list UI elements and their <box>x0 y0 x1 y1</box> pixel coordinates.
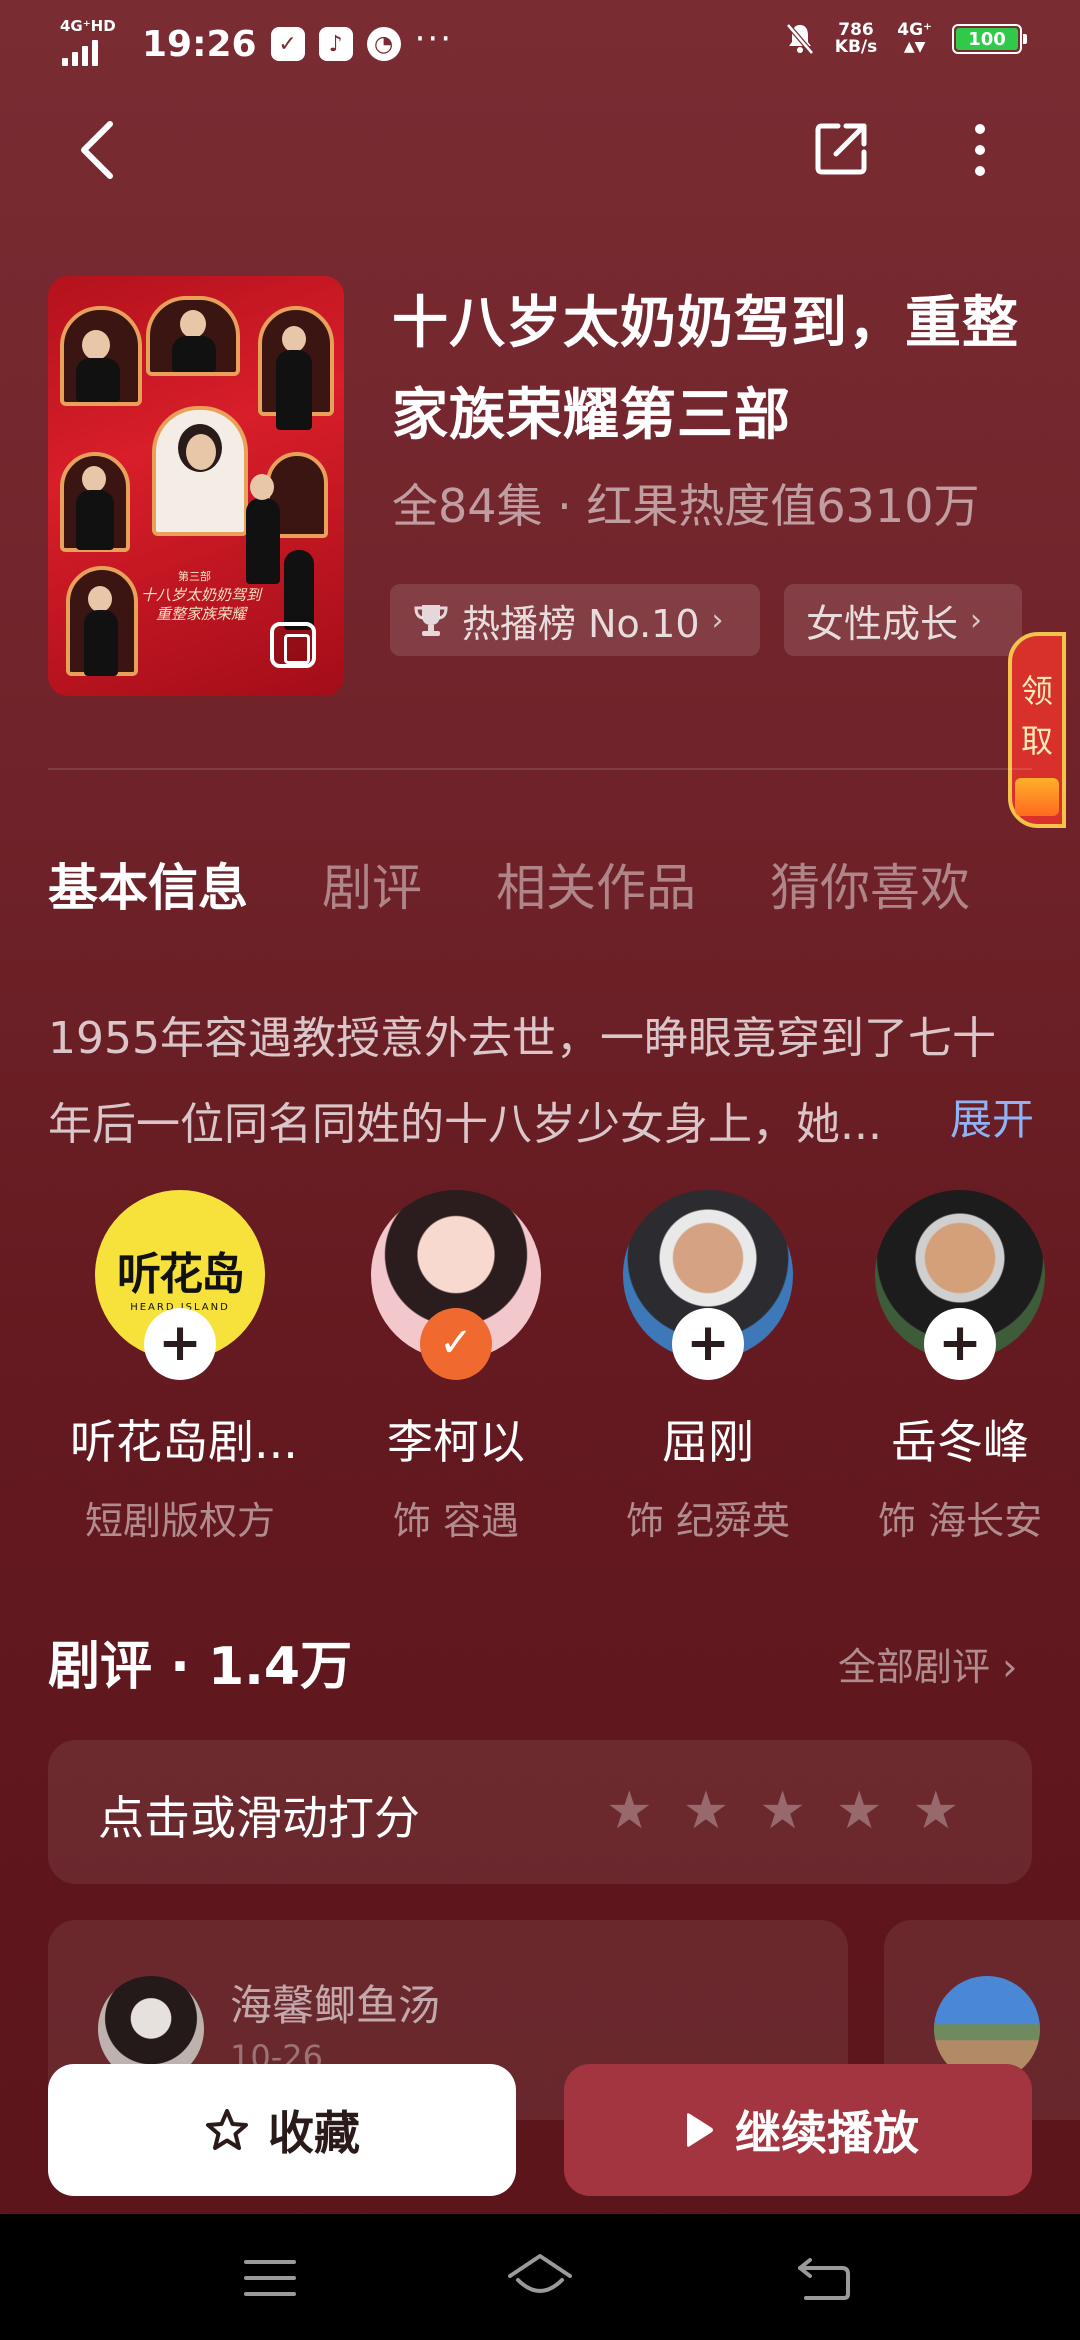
speedometer-icon: ◔ <box>366 27 401 61</box>
drama-meta: 全84集 · 红果热度值6310万 <box>392 479 980 533</box>
cast-name: 岳冬峰 <box>891 1415 1029 1469</box>
detail-tabs: 基本信息 剧评 相关作品 猜你喜欢 <box>48 848 970 920</box>
trophy-icon <box>414 605 448 636</box>
poster-tag: 第三部 <box>178 570 211 583</box>
cast-name: 屈刚 <box>662 1415 754 1469</box>
continue-play-button[interactable]: 继续播放 <box>564 2064 1032 2196</box>
favorite-button[interactable]: 收藏 <box>48 2064 516 2196</box>
drama-title: 十八岁太奶奶驾到，重整家族荣耀第三部 <box>392 291 1019 448</box>
battery-level: 100 <box>956 28 1018 50</box>
rating-box[interactable]: 点击或滑动打分 ★ ★ ★ ★ ★ <box>48 1740 1032 1884</box>
play-icon <box>687 2113 713 2147</box>
music-app-icon: ♪ <box>318 27 353 61</box>
continue-play-label: 继续播放 <box>735 2106 919 2160</box>
more-options-icon[interactable] <box>960 118 1000 182</box>
back-chevron-icon[interactable] <box>70 118 130 182</box>
rank-chip[interactable]: 热播榜 No.10 › <box>390 584 760 656</box>
share-icon[interactable] <box>812 118 872 178</box>
cast-item-actor[interactable]: + 岳冬峰 饰 海长安 <box>850 1190 1070 1545</box>
system-navigation-bar <box>0 2214 1080 2340</box>
image-gallery-icon[interactable] <box>270 622 316 668</box>
all-reviews-link[interactable]: 全部剧评 › <box>838 1636 1017 1691</box>
clipboard-check-icon: ✓ <box>270 27 305 61</box>
expand-synopsis-link[interactable]: 展开 <box>950 1086 1034 1147</box>
tab-basic-info[interactable]: 基本信息 <box>48 848 248 920</box>
chevron-right-icon: › <box>970 602 983 638</box>
genre-chip-label: 女性成长 <box>806 601 959 646</box>
follow-plus-icon[interactable]: + <box>924 1308 996 1380</box>
reward-label-1: 领 <box>1020 672 1053 710</box>
follow-plus-icon[interactable]: + <box>672 1308 744 1380</box>
cellular-signal-icon: 4G⁺HD <box>60 17 116 70</box>
network-label: 4G⁺HD <box>60 17 116 35</box>
mobile-data-icon: 4G⁺ ▲▼ <box>897 20 932 56</box>
follow-plus-icon[interactable]: + <box>144 1308 216 1380</box>
cast-name: 李柯以 <box>387 1415 525 1469</box>
clock: 19:26 <box>142 23 257 65</box>
home-icon[interactable] <box>506 2250 574 2302</box>
tab-related-works[interactable]: 相关作品 <box>496 848 696 920</box>
review-username[interactable]: 海馨鲫鱼汤 <box>230 1972 440 2033</box>
rank-chip-label: 热播榜 No.10 <box>462 601 700 646</box>
star-icon[interactable]: ★ <box>759 1776 806 1846</box>
status-bar: 4G⁺HD 19:26 ✓ ♪ ◔ ··· 786 KB/s 4G⁺ ▲▼ 10… <box>0 0 1080 84</box>
reward-claim-button[interactable]: 领 取 <box>1008 632 1066 828</box>
star-icon[interactable]: ★ <box>836 1776 883 1846</box>
rating-prompt: 点击或滑动打分 <box>98 1791 420 1845</box>
genre-chip[interactable]: 女性成长 › <box>784 584 1022 656</box>
cast-role: 饰 海长安 <box>878 1499 1043 1543</box>
synopsis-text: 1955年容遇教授意外去世，一睁眼竟穿到了七十年后一位同名同姓的十八岁少女身上，… <box>48 1013 996 1150</box>
cast-name: 听花岛剧... <box>70 1415 298 1469</box>
reward-label-2: 取 <box>1020 722 1053 760</box>
system-back-icon[interactable] <box>796 2254 852 2302</box>
mute-bell-icon <box>785 23 814 55</box>
cast-item-actor[interactable]: + 屈刚 饰 纪舜英 <box>598 1190 818 1545</box>
followed-check-icon[interactable]: ✓ <box>420 1308 492 1380</box>
mobile-data-label: 4G⁺ <box>897 20 932 40</box>
chevron-right-icon: › <box>711 602 724 638</box>
cast-item-publisher[interactable]: 听花岛 HEARD ISLAND + 听花岛剧... 短剧版权方 <box>70 1190 298 1545</box>
rating-stars[interactable]: ★ ★ ★ ★ ★ <box>606 1776 959 1846</box>
star-icon[interactable]: ★ <box>606 1776 653 1846</box>
drama-poster[interactable]: 第三部 十八岁太奶奶驾到 重整家族荣耀 <box>48 276 344 696</box>
publisher-logo-text: 听花岛 <box>117 1248 245 1300</box>
network-speed-unit: KB/s <box>834 37 878 57</box>
recent-apps-icon[interactable] <box>244 2260 296 2296</box>
cast-role: 饰 容遇 <box>392 1499 520 1543</box>
tab-reviews[interactable]: 剧评 <box>322 848 422 920</box>
reviews-section-title: 剧评 · 1.4万 <box>48 1637 353 1697</box>
star-icon[interactable]: ★ <box>913 1776 960 1846</box>
battery-icon: 100 <box>952 24 1027 54</box>
star-icon[interactable]: ★ <box>683 1776 730 1846</box>
more-notifications-icon: ··· <box>414 19 454 59</box>
cast-item-actor[interactable]: ✓ 李柯以 饰 容遇 <box>346 1190 566 1545</box>
star-outline-icon <box>206 2109 248 2150</box>
cast-role: 饰 纪舜英 <box>625 1499 791 1543</box>
network-speed: 786 KB/s <box>835 22 877 56</box>
poster-title: 十八岁太奶奶驾到 重整家族荣耀 <box>140 586 261 623</box>
tab-recommendations[interactable]: 猜你喜欢 <box>770 848 970 920</box>
divider <box>48 768 1032 770</box>
red-envelope-icon <box>1015 778 1059 816</box>
cast-role: 短剧版权方 <box>84 1499 275 1543</box>
favorite-label: 收藏 <box>268 2106 360 2160</box>
